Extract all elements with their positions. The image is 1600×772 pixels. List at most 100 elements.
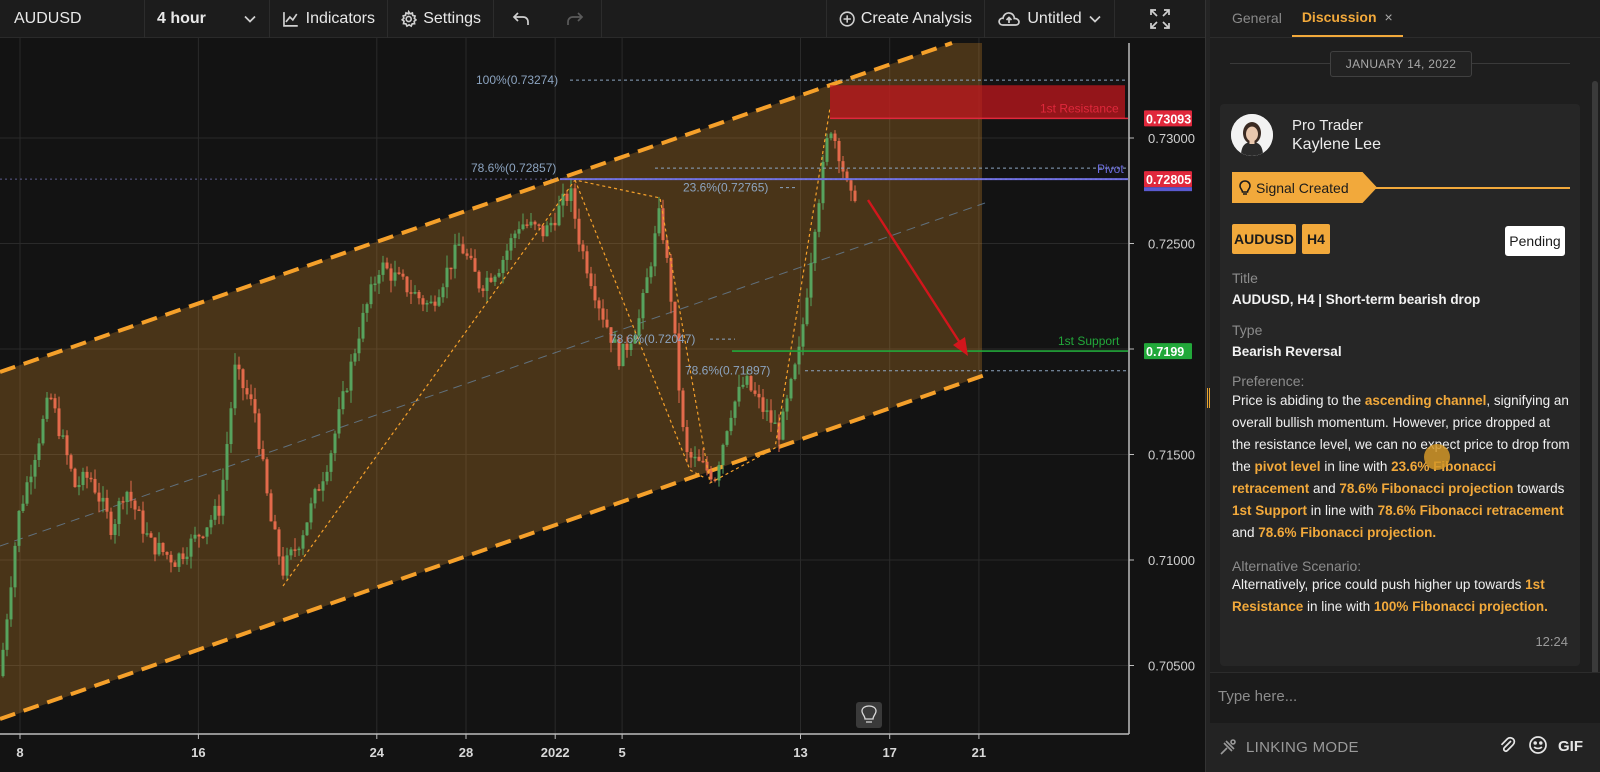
candle-body xyxy=(393,272,397,281)
candle-body xyxy=(273,521,277,530)
candle-body xyxy=(733,401,737,418)
support-link[interactable]: 1st Support xyxy=(1232,503,1307,518)
candle-body xyxy=(85,471,89,478)
candle-body xyxy=(217,505,221,516)
candle-body xyxy=(133,500,137,510)
fib-retracement-link[interactable]: 78.6% Fibonacci retracement xyxy=(1378,503,1564,518)
fullscreen-button[interactable] xyxy=(1115,0,1205,38)
candle-body xyxy=(9,587,13,620)
symbol-selector[interactable]: AUDUSD xyxy=(0,0,145,38)
candle-body xyxy=(585,251,589,274)
candle-body xyxy=(401,273,405,277)
discussion-feed[interactable]: JANUARY 14, 2022 Pro Trader Kaylene Lee xyxy=(1210,39,1600,672)
message-time: 12:24 xyxy=(1535,634,1568,649)
candle-body xyxy=(57,408,61,437)
gif-button[interactable]: GIF xyxy=(1558,738,1583,755)
candle-body xyxy=(381,262,385,275)
candle-body xyxy=(761,397,765,412)
linking-mode-toggle[interactable]: LINKING MODE xyxy=(1218,737,1359,757)
candle-body xyxy=(177,553,181,567)
tab-discussion[interactable]: Discussion × xyxy=(1291,0,1403,37)
candle-body xyxy=(137,509,141,512)
candle-body xyxy=(129,491,133,501)
candle-body xyxy=(353,353,357,362)
candle-body xyxy=(481,288,485,291)
candle-body xyxy=(25,482,29,504)
chevron-down-icon xyxy=(1089,15,1101,23)
indicators-label: Indicators xyxy=(305,10,375,27)
author-name: Kaylene Lee xyxy=(1292,136,1381,153)
chart-canvas[interactable]: 100%(0.73274) 78.6%(0.72857) 23.6%(0.72765… xyxy=(0,38,1205,772)
candle-body xyxy=(97,492,101,502)
attach-button[interactable] xyxy=(1498,735,1516,760)
redo-button[interactable] xyxy=(548,0,602,38)
preference-text-part: in line with xyxy=(1320,459,1392,474)
symbol-tag[interactable]: AUDUSD xyxy=(1232,224,1296,254)
candle-body xyxy=(537,224,541,226)
candle-body xyxy=(225,444,229,480)
price-chart[interactable]: 100%(0.73274) 78.6%(0.72857) 23.6%(0.72765… xyxy=(0,38,1205,772)
candle-body xyxy=(109,511,113,535)
candle-body xyxy=(645,277,649,293)
lightbulb-icon xyxy=(1239,179,1251,195)
candle-body xyxy=(69,455,73,469)
scrollbar-thumb[interactable] xyxy=(1592,81,1598,672)
candle-body xyxy=(213,505,217,520)
candle-body xyxy=(849,180,853,191)
candle-body xyxy=(549,222,553,226)
time-tick-label: 28 xyxy=(459,745,473,760)
gear-icon xyxy=(400,10,418,28)
indicators-button[interactable]: Indicators xyxy=(270,0,388,38)
fib-projection-link[interactable]: 78.6% Fibonacci projection. xyxy=(1258,525,1436,540)
candle-body xyxy=(813,231,817,264)
layout-selector[interactable]: Untitled xyxy=(985,0,1115,38)
candle-body xyxy=(853,190,857,202)
candle-body xyxy=(497,273,501,277)
cloud-upload-icon xyxy=(998,12,1020,26)
candle-body xyxy=(49,397,53,400)
candle-body xyxy=(345,390,349,393)
fib-level-label: 78.6%(0.72857) xyxy=(471,161,556,175)
pivot-level-link[interactable]: pivot level xyxy=(1255,459,1321,474)
type-value: Bearish Reversal xyxy=(1232,344,1342,359)
candle-body xyxy=(65,435,69,456)
time-tick-label: 16 xyxy=(191,745,205,760)
candle-body xyxy=(161,542,165,553)
candle-body xyxy=(169,554,173,563)
fib-projection-link[interactable]: 78.6% Fibonacci projection xyxy=(1339,481,1513,496)
candle-body xyxy=(505,250,509,260)
fib-projection-link[interactable]: 100% Fibonacci projection. xyxy=(1374,599,1548,614)
message-input[interactable] xyxy=(1218,681,1588,711)
tab-general[interactable]: General xyxy=(1222,0,1292,37)
candle-body xyxy=(141,510,145,534)
ascending-channel-link[interactable]: ascending channel xyxy=(1365,393,1487,408)
avatar[interactable] xyxy=(1231,114,1273,156)
candle-body xyxy=(89,477,93,480)
candle-body xyxy=(533,221,537,225)
price-tick-label: 0.71000 xyxy=(1148,553,1195,568)
candle-body xyxy=(301,535,305,549)
undo-button[interactable] xyxy=(494,0,548,38)
emoji-button[interactable] xyxy=(1528,735,1548,760)
trading-app: AUDUSD 4 hour Indicators Settings Create… xyxy=(0,0,1600,772)
candle-body xyxy=(277,529,281,557)
status-badge[interactable]: Pending xyxy=(1505,226,1565,256)
interval-selector[interactable]: 4 hour xyxy=(145,0,270,38)
close-icon[interactable]: × xyxy=(1385,9,1393,25)
time-tick-label: 2022 xyxy=(541,745,570,760)
candle-body xyxy=(37,443,41,460)
candle-body xyxy=(525,224,529,226)
signal-created-banner[interactable]: Signal Created xyxy=(1232,172,1377,203)
candle-body xyxy=(805,297,809,325)
chart-toolbar: AUDUSD 4 hour Indicators Settings Create… xyxy=(0,0,1205,38)
analysis-card: Pro Trader Kaylene Lee Signal Created AU… xyxy=(1220,104,1580,666)
candle-body xyxy=(269,493,273,522)
create-analysis-button[interactable]: Create Analysis xyxy=(827,0,985,38)
interval-tag[interactable]: H4 xyxy=(1302,224,1330,254)
candle-body xyxy=(293,549,297,551)
candle-body xyxy=(125,491,129,503)
settings-button[interactable]: Settings xyxy=(388,0,494,38)
candle-body xyxy=(449,267,453,270)
candle-body xyxy=(517,229,521,234)
interval-label: 4 hour xyxy=(157,10,206,27)
